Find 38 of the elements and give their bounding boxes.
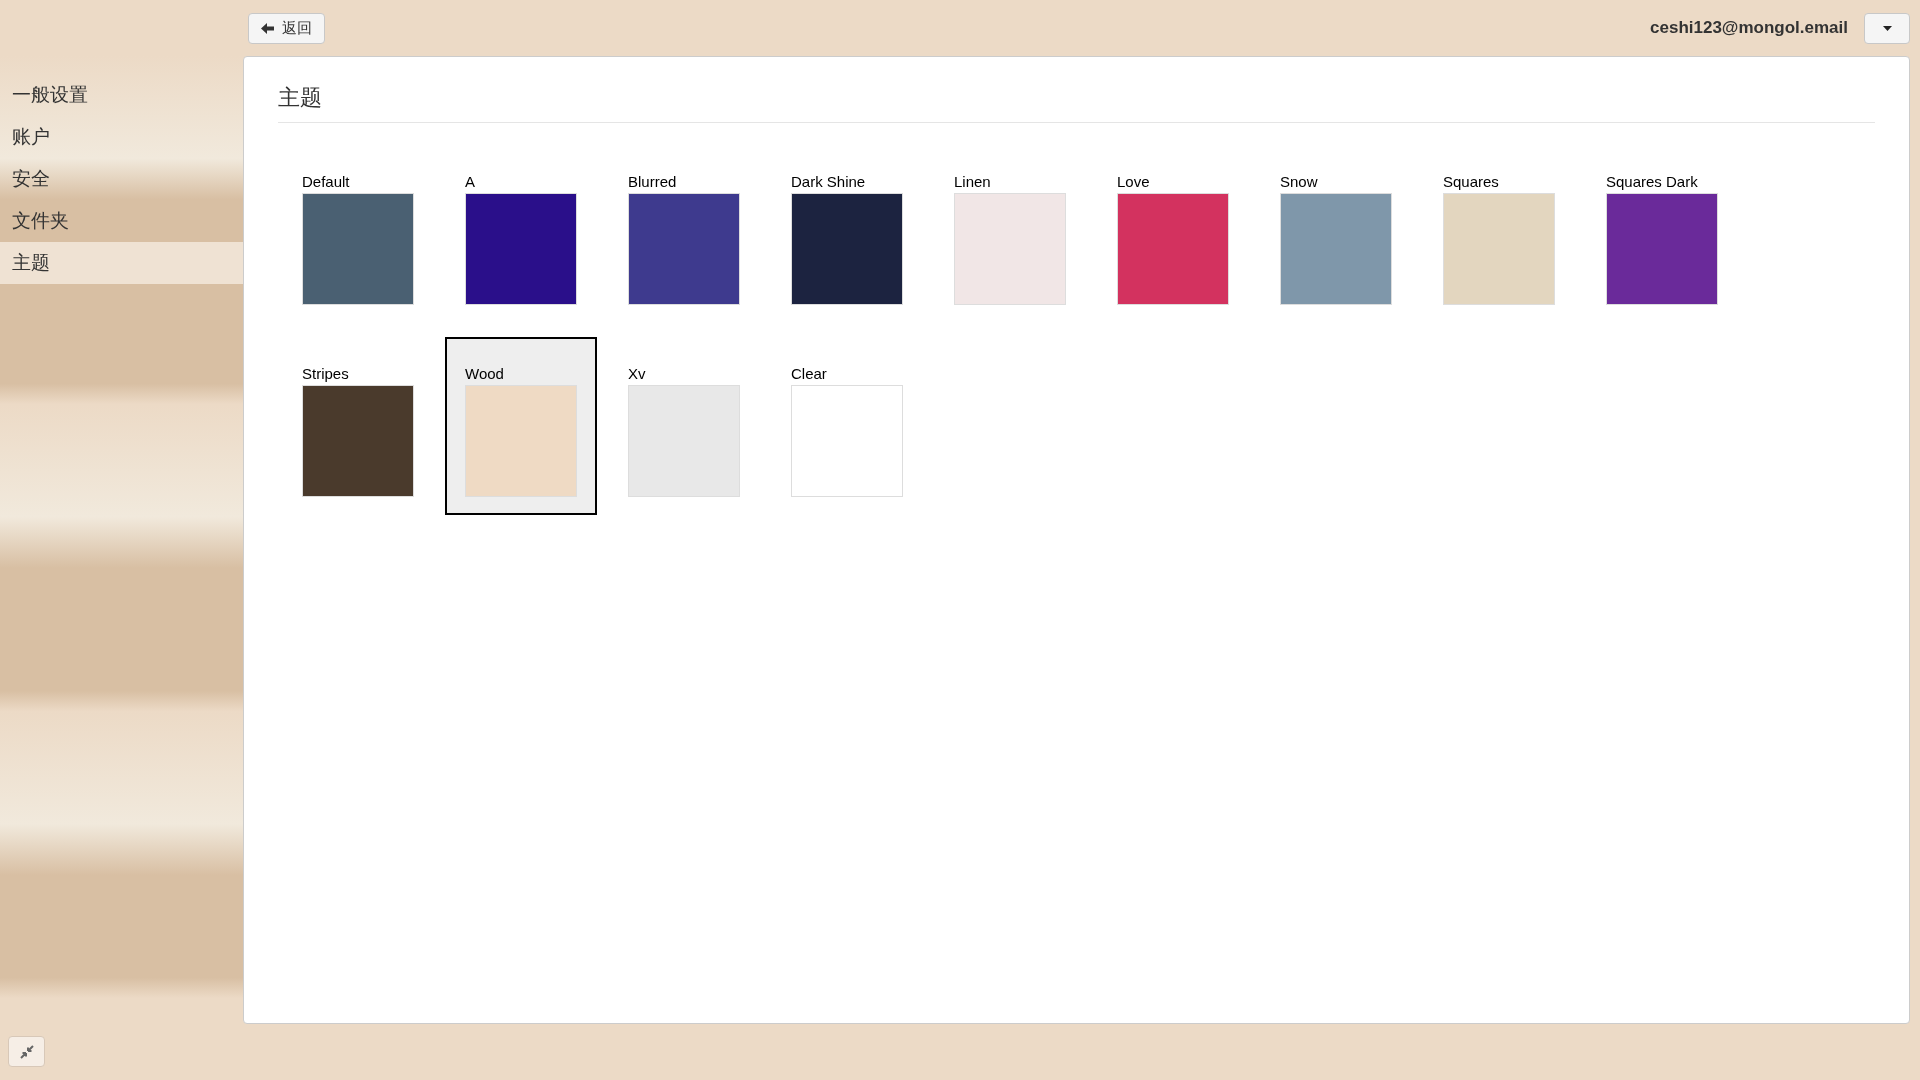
collapse-button[interactable]	[8, 1036, 45, 1067]
theme-option[interactable]: Xv	[608, 337, 760, 515]
theme-label: Snow	[1280, 173, 1319, 191]
theme-label: Default	[302, 173, 351, 191]
theme-label: Stripes	[302, 365, 350, 383]
theme-option[interactable]: Default	[282, 145, 434, 323]
panel-title: 主题	[278, 81, 1875, 123]
theme-option[interactable]: Clear	[771, 337, 923, 515]
theme-label: Love	[1117, 173, 1151, 191]
theme-label: Xv	[628, 365, 647, 383]
theme-option[interactable]: Squares Dark	[1586, 145, 1738, 323]
theme-label: Squares Dark	[1606, 173, 1699, 191]
theme-option[interactable]: Dark Shine	[771, 145, 923, 323]
sidebar-item[interactable]: 主题	[0, 242, 243, 284]
theme-option[interactable]: Linen	[934, 145, 1086, 323]
theme-label: Wood	[465, 365, 505, 383]
theme-option[interactable]: Wood	[445, 337, 597, 515]
sidebar-item[interactable]: 文件夹	[0, 200, 243, 242]
sidebar-item[interactable]: 账户	[0, 116, 243, 158]
theme-label: Squares	[1443, 173, 1500, 191]
theme-option[interactable]: Love	[1097, 145, 1249, 323]
theme-label: Linen	[954, 173, 992, 191]
sidebar-item[interactable]: 一般设置	[0, 74, 243, 116]
left-arrow-icon	[261, 22, 274, 34]
theme-label: Clear	[791, 365, 828, 383]
theme-option[interactable]: A	[445, 145, 597, 323]
back-button[interactable]: 返回	[248, 12, 325, 44]
theme-option[interactable]: Stripes	[282, 337, 434, 515]
theme-option[interactable]: Squares	[1423, 145, 1575, 323]
account-email: ceshi123@mongol.email	[1650, 17, 1848, 40]
theme-option[interactable]: Snow	[1260, 145, 1412, 323]
theme-label: A	[465, 173, 476, 191]
theme-label: Blurred	[628, 173, 678, 191]
collapse-arrows-icon	[19, 1044, 34, 1059]
sidebar-item[interactable]: 安全	[0, 158, 243, 200]
caret-icon	[1882, 25, 1892, 31]
theme-option[interactable]: Blurred	[608, 145, 760, 323]
theme-label: Dark Shine	[791, 173, 867, 191]
